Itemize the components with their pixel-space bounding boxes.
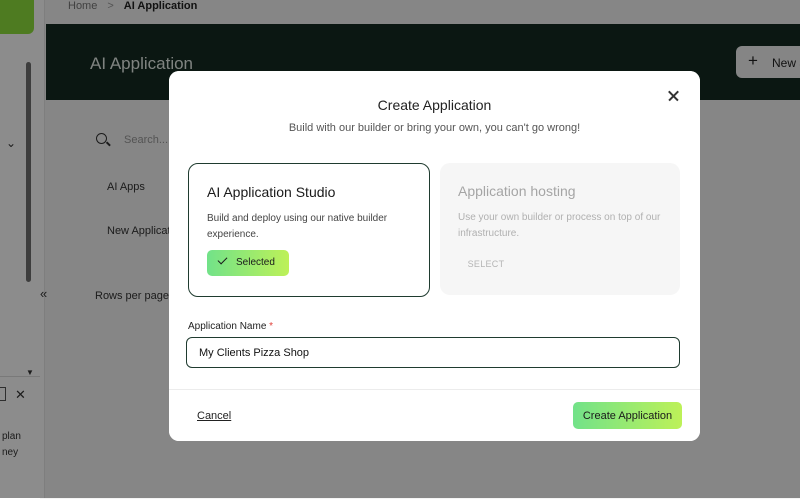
option-card-application-hosting[interactable]: Application hosting Use your own builder… [440, 163, 680, 295]
select-button[interactable]: SELECT [456, 253, 516, 275]
dialog-title: Create Application [377, 97, 492, 113]
dialog-subtitle: Build with our builder or bring your own… [288, 122, 581, 134]
selected-button[interactable]: Selected [207, 250, 289, 276]
dialog-footer: Cancel Create Application [169, 389, 700, 441]
option-card-ai-application-studio[interactable]: AI Application Studio Build and deploy u… [188, 163, 430, 297]
option-description: Use your own builder or process on top o… [458, 212, 661, 239]
close-icon[interactable] [665, 87, 683, 105]
create-application-dialog: Create Application Build with our builde… [169, 71, 700, 441]
option-title: Application hosting [458, 183, 576, 199]
dialog-body: Create Application Build with our builde… [169, 71, 700, 389]
option-title: AI Application Studio [207, 184, 336, 200]
required-asterisk: * [269, 321, 274, 332]
field-label-text: Application Name [188, 321, 267, 332]
cancel-button[interactable]: Cancel [197, 410, 231, 422]
check-icon [217, 254, 228, 265]
application-name-input[interactable] [186, 337, 680, 368]
selected-label: Selected [236, 257, 275, 268]
create-application-button[interactable]: Create Application [573, 402, 682, 429]
option-description: Build and deploy using our native builde… [207, 213, 388, 240]
application-name-label: Application Name * [188, 321, 273, 332]
